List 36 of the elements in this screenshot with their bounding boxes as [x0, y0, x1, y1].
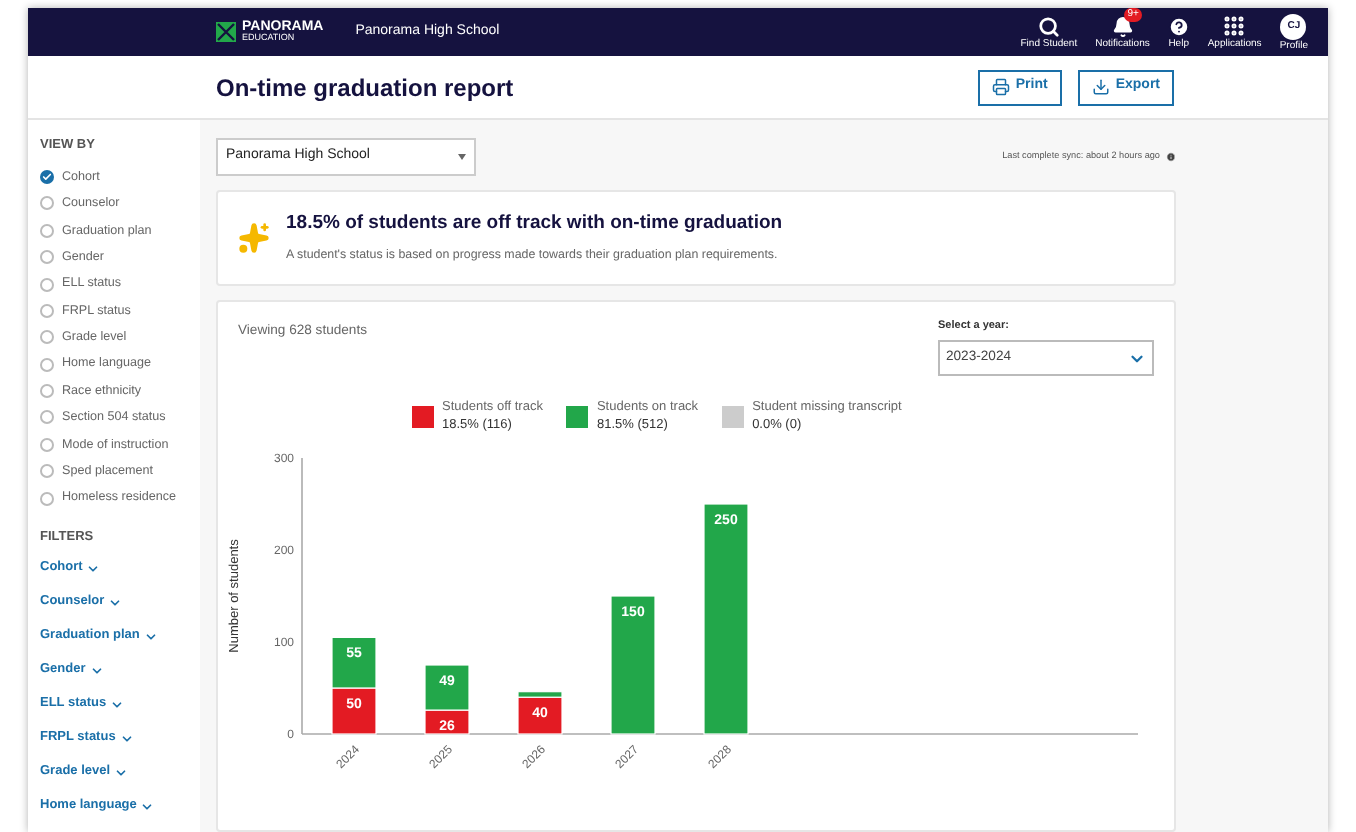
radio-button[interactable] — [40, 437, 54, 452]
chevron-down-icon — [86, 561, 101, 576]
search-icon — [1037, 15, 1060, 37]
radio-button[interactable] — [40, 303, 54, 318]
radio-button[interactable] — [40, 357, 54, 372]
radio-button[interactable] — [40, 250, 54, 265]
sparkle-icon — [238, 222, 270, 254]
chevron-down-icon — [108, 595, 123, 610]
radio-button[interactable] — [40, 223, 54, 238]
chevron-down-icon — [140, 799, 155, 814]
page-title: On-time graduation report — [216, 71, 514, 105]
grid-icon — [1222, 14, 1247, 38]
chevron-down-icon — [114, 765, 129, 780]
radio-button[interactable] — [40, 491, 54, 506]
download-icon — [1091, 78, 1110, 96]
radio-button[interactable] — [40, 464, 54, 479]
info-icon — [1166, 151, 1176, 162]
radio-button[interactable] — [40, 410, 54, 425]
chevron-down-icon — [89, 663, 104, 678]
radio-button[interactable] — [40, 277, 54, 291]
radio-button[interactable] — [40, 384, 54, 399]
printer-icon — [991, 78, 1010, 96]
logo-icon — [216, 22, 236, 42]
bar-segment — [331, 637, 377, 690]
bar-segment — [610, 595, 656, 736]
radio-button[interactable] — [40, 330, 54, 345]
caret-icon — [458, 154, 466, 160]
radio-button[interactable] — [40, 169, 54, 184]
insight-title: 18.5% of students are off track with on-time graduation — [286, 210, 783, 239]
chevron-down-icon — [110, 697, 125, 712]
help-icon — [1167, 15, 1190, 37]
bell-icon — [1111, 15, 1134, 37]
bar-segment — [331, 687, 377, 736]
radio-button[interactable] — [40, 196, 54, 211]
chevron-down-icon — [119, 731, 134, 746]
chevron-down-icon — [143, 629, 158, 644]
